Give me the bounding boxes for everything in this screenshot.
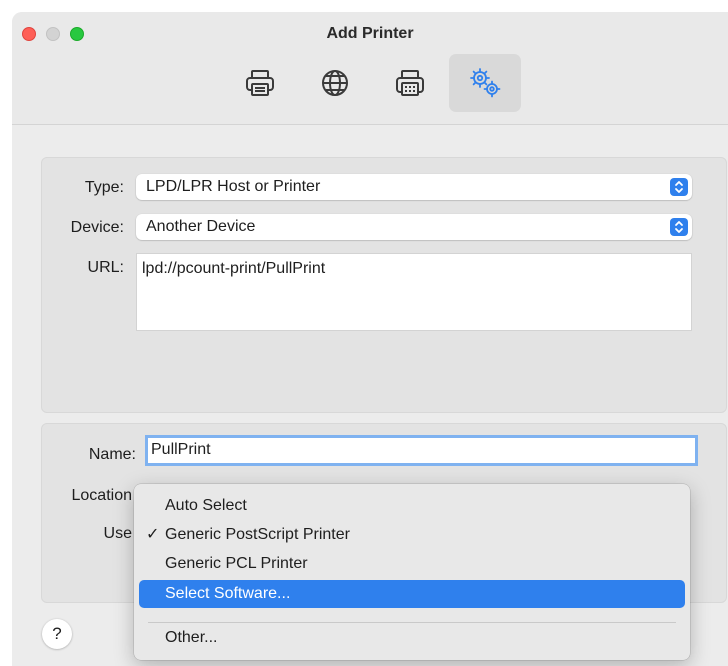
device-popup[interactable]: Another Device — [136, 214, 692, 240]
printer-icon — [246, 70, 274, 96]
popup-arrows-icon — [670, 218, 688, 236]
url-field[interactable]: lpd://pcount-print/PullPrint — [136, 253, 692, 331]
device-label: Device: — [70, 219, 124, 236]
gears-icon — [470, 68, 501, 98]
use-driver-menu: Auto Select ✓ Generic PostScript Printer… — [134, 484, 690, 660]
menu-item-generic-pcl[interactable]: Generic PCL Printer — [139, 550, 685, 578]
url-label: URL: — [87, 259, 124, 276]
toolbar-default-button[interactable] — [224, 54, 296, 112]
menu-item-auto-select[interactable]: Auto Select — [139, 492, 685, 520]
fax-printer-icon — [396, 70, 424, 96]
name-label: Name: — [88, 446, 136, 463]
toolbar-advanced-button[interactable] — [449, 54, 521, 112]
help-button[interactable]: ? — [42, 619, 72, 649]
url-value: lpd://pcount-print/PullPrint — [142, 260, 326, 277]
type-label: Type: — [84, 179, 124, 196]
toolbar-windows-button[interactable] — [374, 54, 446, 112]
menu-item-select-software[interactable]: Select Software... — [139, 580, 685, 608]
type-value: LPD/LPR Host or Printer — [146, 178, 321, 195]
globe-icon — [322, 70, 348, 96]
menu-item-other[interactable]: Other... — [139, 624, 685, 652]
menu-item-label: Other... — [165, 629, 218, 646]
type-popup[interactable]: LPD/LPR Host or Printer — [136, 174, 692, 200]
menu-item-label: Auto Select — [165, 497, 247, 514]
popup-arrows-icon — [670, 178, 688, 196]
menu-item-label: Generic PostScript Printer — [165, 526, 350, 543]
title-bar: Add Printer — [12, 12, 728, 125]
name-field[interactable]: PullPrint — [145, 435, 698, 466]
window-title: Add Printer — [326, 25, 414, 42]
menu-item-label: Generic PCL Printer — [165, 555, 308, 572]
device-value: Another Device — [146, 218, 256, 235]
use-label: Use — [103, 525, 132, 542]
menu-item-generic-postscript[interactable]: ✓ Generic PostScript Printer — [139, 521, 685, 549]
location-label: Location — [71, 487, 133, 504]
menu-item-label: Select Software... — [165, 585, 291, 602]
menu-separator — [148, 622, 676, 623]
checkmark-icon: ✓ — [146, 526, 160, 543]
toolbar-ip-button[interactable] — [299, 54, 371, 112]
name-value: PullPrint — [151, 441, 211, 458]
